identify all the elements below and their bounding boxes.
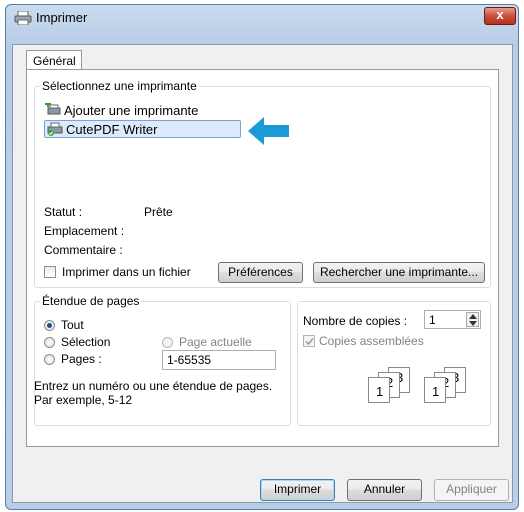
page-range-help-line2: Par exemple, 5-12: [34, 393, 133, 407]
cancel-button[interactable]: Annuler: [347, 479, 422, 501]
collate-illustration-1: 3 2 1: [368, 367, 426, 403]
check-icon: [305, 338, 314, 346]
copies-value: 1: [429, 313, 436, 327]
print-to-file-option[interactable]: Imprimer dans un fichier: [44, 264, 214, 280]
add-printer-icon: [45, 103, 61, 115]
collate-option[interactable]: Copies assemblées: [303, 334, 433, 350]
radio-current-page[interactable]: [162, 337, 173, 348]
page-range-legend: Étendue de pages: [40, 294, 142, 308]
apply-button[interactable]: Appliquer: [434, 479, 509, 501]
radio-all-option[interactable]: Tout: [44, 318, 124, 332]
radio-current-page-option[interactable]: Page actuelle: [162, 335, 262, 349]
collate-digit: 1: [376, 384, 384, 399]
printer-item-label: Ajouter une imprimante: [64, 103, 199, 118]
page-sheet: 1: [368, 377, 390, 403]
radio-selection[interactable]: [44, 337, 55, 348]
collate-illustration-2: 3 2 1: [424, 367, 482, 403]
comment-label: Commentaire :: [44, 243, 123, 257]
close-icon: x: [496, 7, 504, 22]
location-label: Emplacement :: [44, 224, 125, 238]
tab-general-label: Général: [33, 54, 76, 68]
status-label: Statut :: [44, 205, 83, 219]
printer-item-cutepdf[interactable]: CutePDF Writer: [44, 120, 241, 138]
printer-item-label: CutePDF Writer: [66, 122, 158, 137]
radio-pages-label: Pages :: [61, 352, 102, 366]
close-button[interactable]: x: [484, 7, 516, 25]
collate-digit: 1: [432, 384, 440, 399]
printer-group-legend: Sélectionnez une imprimante: [40, 79, 199, 93]
printer-ready-icon: [47, 122, 63, 136]
print-button[interactable]: Imprimer: [260, 479, 335, 501]
radio-current-page-label: Page actuelle: [179, 335, 252, 349]
copies-spin-buttons[interactable]: [466, 312, 479, 327]
radio-pages[interactable]: [44, 354, 55, 365]
tab-general[interactable]: Général: [26, 50, 82, 70]
radio-all[interactable]: [44, 320, 55, 331]
pages-input[interactable]: 1-65535: [162, 350, 276, 370]
title-bar[interactable]: Imprimer x: [6, 5, 518, 31]
printer-icon: [14, 11, 32, 25]
radio-all-label: Tout: [61, 318, 84, 332]
collate-label: Copies assemblées: [319, 334, 424, 348]
print-to-file-checkbox[interactable]: [44, 266, 56, 278]
status-value: Prête: [144, 205, 173, 219]
printer-item-add[interactable]: Ajouter une imprimante: [44, 102, 244, 120]
page-range-help-line1: Entrez un numéro ou une étendue de pages…: [34, 379, 273, 393]
find-printer-button[interactable]: Rechercher une imprimante...: [313, 262, 485, 283]
print-to-file-label: Imprimer dans un fichier: [62, 265, 191, 279]
collate-checkbox[interactable]: [303, 335, 315, 347]
arrow-left-icon: [248, 117, 289, 145]
window-title: Imprimer: [36, 10, 88, 25]
page-sheet: 1: [424, 377, 446, 403]
chevron-down-icon: [469, 321, 477, 326]
radio-selection-option[interactable]: Sélection: [44, 335, 134, 349]
radio-selection-label: Sélection: [61, 335, 111, 349]
preferences-button[interactable]: Préférences: [218, 262, 303, 283]
copies-stepper[interactable]: 1: [424, 310, 481, 329]
chevron-up-icon: [469, 314, 477, 319]
radio-pages-option[interactable]: Pages :: [44, 352, 134, 366]
copies-label: Nombre de copies :: [303, 314, 408, 328]
